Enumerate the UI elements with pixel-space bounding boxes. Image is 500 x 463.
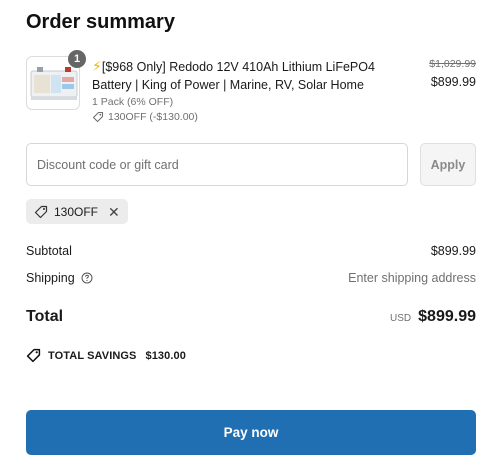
compare-at-price: $1,029.99 [429, 58, 476, 70]
apply-button[interactable]: Apply [420, 143, 476, 186]
remove-discount-icon[interactable]: ✕ [108, 205, 120, 219]
shipping-label: Shipping [26, 271, 75, 285]
shipping-label-group: Shipping [26, 271, 93, 285]
product-discount-text: 130OFF (-$130.00) [108, 111, 198, 123]
lightning-bolt-icon: ⚡ [92, 58, 102, 74]
product-title: ⚡[$968 Only] Redodo 12V 410Ah Lithium Li… [92, 57, 412, 94]
total-amount: $899.99 [418, 308, 476, 325]
product-title-text: [$968 Only] Redodo 12V 410Ah Lithium LiF… [92, 60, 375, 92]
product-price: $899.99 [430, 75, 476, 89]
pay-now-button[interactable]: Pay now [26, 410, 476, 455]
tag-icon [92, 111, 104, 123]
order-summary-title: Order summary [26, 11, 175, 33]
shipping-value: Enter shipping address [348, 271, 476, 285]
tag-icon [26, 348, 41, 363]
savings-label: TOTAL SAVINGS [48, 349, 137, 362]
applied-discount-chip: 130OFF ✕ [26, 199, 128, 224]
line-item: 1 ⚡[$968 Only] Redodo 12V 410Ah Lithium … [26, 50, 476, 126]
product-thumbnail: 1 [26, 50, 86, 110]
applied-discount-code: 130OFF [54, 204, 99, 219]
savings-value: $130.00 [145, 349, 186, 362]
total-label: Total [26, 308, 64, 325]
subtotal-label: Subtotal [26, 244, 72, 258]
product-variant: 1 Pack (6% OFF) [92, 96, 174, 108]
quantity-badge: 1 [68, 50, 86, 68]
subtotal-value: $899.99 [430, 244, 476, 258]
tag-icon [34, 205, 48, 218]
product-prices: $1,029.99 $899.99 [429, 58, 476, 89]
total-savings: TOTAL SAVINGS $130.00 [26, 348, 186, 363]
total-row: Total USD $899.99 [26, 308, 476, 326]
product-discount: 130OFF (-$130.00) [92, 111, 412, 123]
discount-code-input[interactable] [26, 143, 408, 186]
total-amount-group: USD $899.99 [390, 308, 476, 326]
product-info: ⚡[$968 Only] Redodo 12V 410Ah Lithium Li… [92, 57, 412, 123]
question-mark-icon[interactable] [81, 272, 93, 284]
subtotal-row: Subtotal $899.99 [26, 244, 476, 258]
currency-code: USD [390, 313, 412, 324]
shipping-row: Shipping Enter shipping address [26, 271, 476, 285]
